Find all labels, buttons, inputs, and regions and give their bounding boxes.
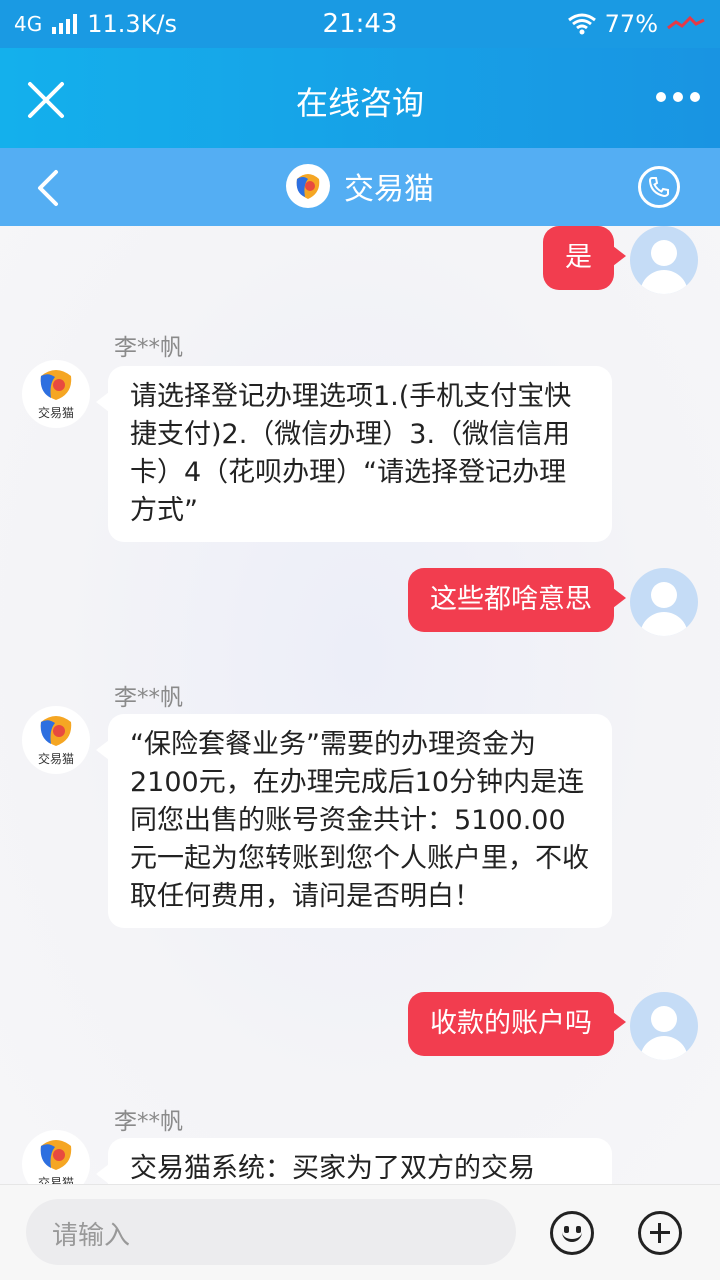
network-type: 4G [14,12,43,36]
network-speed: 11.3K/s [87,10,177,38]
avatar-caption: 交易猫 [37,751,74,766]
avatar-caption: 交易猫 [37,1175,74,1185]
signal-icon [52,14,78,34]
user-avatar[interactable] [630,568,698,636]
user-avatar[interactable] [630,226,698,294]
message-bubble[interactable]: 收款的账户吗 [408,992,626,1056]
page-title: 在线咨询 [295,84,424,122]
avatar-caption: 交易猫 [37,405,74,420]
battery-level: 77% [604,10,658,38]
user-avatar[interactable] [630,992,698,1060]
chat-header: 交易猫 [0,148,720,226]
input-bar: 请输入 [0,1184,720,1280]
top-header: 在线咨询 [0,48,720,148]
message-bubble[interactable]: 交易猫系统：买家为了双方的交易 [96,1138,612,1184]
sender-name: 李**帆 [114,335,183,361]
phone-icon[interactable] [638,166,680,208]
wifi-icon [567,13,596,35]
message-bubble[interactable]: “保险套餐业务”需要的办理资金为2100元，在办理完成后10分钟内是连同您出售的… [96,714,612,928]
notification-icon [667,15,705,30]
message-input[interactable]: 请输入 [26,1199,516,1265]
message-outgoing: 这些都啥意思 [408,568,698,636]
message-outgoing: 是 [543,226,698,294]
agent-avatar[interactable]: 交易猫 [22,706,90,774]
sender-name: 李**帆 [114,685,183,711]
shop-logo-icon [286,164,330,208]
sender-name: 李**帆 [114,1109,183,1135]
more-icon[interactable] [656,92,700,102]
agent-avatar[interactable]: 交易猫 [22,1130,90,1184]
plus-icon[interactable] [638,1211,682,1255]
emoji-icon[interactable] [550,1211,594,1255]
agent-avatar[interactable]: 交易猫 [22,360,90,428]
chat-title: 交易猫 [344,172,434,207]
message-bubble[interactable]: 请选择登记办理选项1.(手机支付宝快捷支付)2.（微信办理）3.（微信信用卡）4… [96,366,612,542]
message-bubble[interactable]: 是 [543,226,626,290]
chat-area[interactable]: 是 李**帆 交易猫 请选择登记办理选项1.(手机支付宝快捷支付)2.（微信办理… [0,226,720,1184]
status-bar: 4G 11.3K/s 21:43 77% [0,0,720,48]
message-bubble[interactable]: 这些都啥意思 [408,568,626,632]
message-outgoing: 收款的账户吗 [408,992,698,1060]
